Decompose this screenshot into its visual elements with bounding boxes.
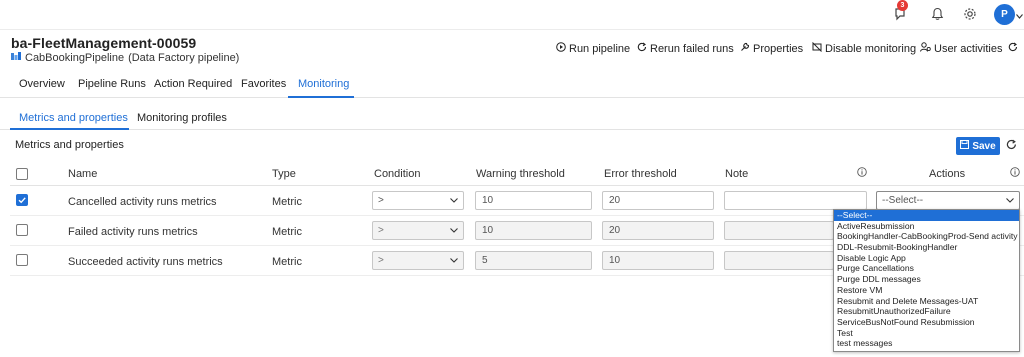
gear-icon[interactable]: [961, 5, 979, 23]
dropdown-option[interactable]: Purge Cancellations: [834, 263, 1019, 274]
user-activity-icon: [920, 42, 931, 55]
dropdown-option[interactable]: DDL-Resubmit-BookingHandler: [834, 242, 1019, 253]
subtab-metrics-and-properties[interactable]: Metrics and properties: [19, 112, 128, 124]
note-input[interactable]: [724, 221, 834, 240]
main-tabs: Overview Pipeline Runs Action Required F…: [0, 72, 1024, 98]
save-icon: [960, 140, 970, 152]
actions-select[interactable]: --Select--: [876, 191, 1020, 210]
notification-alert-icon[interactable]: 3: [891, 0, 909, 23]
column-header-error-threshold: Error threshold: [604, 168, 677, 180]
row-name: Cancelled activity runs metrics: [68, 196, 217, 208]
avatar[interactable]: P: [994, 4, 1015, 25]
dropdown-option[interactable]: BookingHandler-CabBookingProd-Send activ…: [834, 231, 1019, 242]
chevron-down-icon: [1006, 192, 1014, 209]
dropdown-option[interactable]: Disable Logic App: [834, 253, 1019, 264]
disable-monitoring-button[interactable]: Disable monitoring: [812, 42, 916, 55]
dropdown-option[interactable]: Restore VM: [834, 285, 1019, 296]
active-tab-indicator: [288, 96, 354, 98]
dropdown-option[interactable]: Resubmit and Delete Messages-UAT: [834, 296, 1019, 307]
row-checkbox[interactable]: [16, 194, 28, 206]
condition-value: >: [378, 255, 384, 266]
tab-pipeline-runs[interactable]: Pipeline Runs: [78, 78, 146, 90]
chevron-down-icon: [450, 222, 458, 239]
dropdown-option[interactable]: Purge DDL messages: [834, 274, 1019, 285]
chevron-down-icon: [450, 252, 458, 269]
note-input[interactable]: [724, 251, 834, 270]
warning-threshold-input[interactable]: 5: [475, 251, 592, 270]
sub-tabs: Metrics and properties Monitoring profil…: [0, 104, 1024, 130]
column-header-condition: Condition: [374, 168, 421, 180]
tab-action-required[interactable]: Action Required: [154, 78, 232, 90]
info-icon[interactable]: [1010, 167, 1020, 180]
bell-icon[interactable]: [928, 5, 946, 23]
actions-dropdown-list: --Select-- ActiveResubmission BookingHan…: [833, 209, 1020, 352]
condition-select[interactable]: >: [372, 251, 464, 270]
actions-value: --Select--: [882, 195, 924, 206]
dropdown-option[interactable]: ResubmitUnauthorizedFailure: [834, 306, 1019, 317]
dropdown-option[interactable]: ServiceBusNotFound Resubmission: [834, 317, 1019, 328]
chevron-down-icon: [450, 192, 458, 209]
info-icon[interactable]: [857, 167, 867, 180]
dropdown-option[interactable]: ActiveResubmission: [834, 221, 1019, 232]
wrench-icon: [740, 42, 750, 55]
properties-label: Properties: [753, 42, 804, 55]
tab-favorites[interactable]: Favorites: [241, 78, 286, 90]
dropdown-option[interactable]: --Select--: [834, 210, 1019, 221]
refresh-icon[interactable]: [1008, 42, 1018, 52]
condition-select[interactable]: >: [372, 221, 464, 240]
rerun-label: Rerun failed runs: [650, 42, 734, 55]
warning-threshold-input[interactable]: 10: [475, 191, 592, 210]
row-name: Succeeded activity runs metrics: [68, 256, 223, 268]
condition-value: >: [378, 225, 384, 236]
note-input[interactable]: [724, 191, 867, 210]
row-type: Metric: [272, 196, 302, 208]
error-threshold-input[interactable]: 20: [602, 221, 714, 240]
rerun-icon: [637, 42, 647, 55]
condition-select[interactable]: >: [372, 191, 464, 210]
column-header-note: Note: [725, 168, 749, 180]
table-header-divider: [10, 185, 1024, 186]
action-bar: Run pipeline Rerun failed runs Propertie…: [0, 42, 1024, 56]
row-type: Metric: [272, 226, 302, 238]
rerun-failed-runs-button[interactable]: Rerun failed runs: [637, 42, 734, 55]
row-name: Failed activity runs metrics: [68, 226, 198, 238]
row-checkbox[interactable]: [16, 224, 28, 236]
active-subtab-indicator: [10, 128, 129, 130]
column-header-actions: Actions: [929, 168, 966, 180]
refresh-icon[interactable]: [1006, 139, 1017, 153]
notification-count-badge: 3: [897, 0, 908, 11]
user-activities-button[interactable]: User activities: [920, 42, 1002, 55]
top-bar: 3 P: [0, 0, 1024, 30]
warning-threshold-input[interactable]: 10: [475, 221, 592, 240]
dropdown-option[interactable]: Test: [834, 328, 1019, 339]
properties-button[interactable]: Properties: [740, 42, 803, 55]
column-header-warning-threshold: Warning threshold: [476, 168, 565, 180]
chevron-down-icon[interactable]: [1016, 10, 1023, 22]
dropdown-option[interactable]: test messages: [834, 338, 1019, 349]
error-threshold-input[interactable]: 20: [602, 191, 714, 210]
column-header-type: Type: [272, 168, 296, 180]
checkmark-icon: [18, 197, 26, 204]
run-pipeline-label: Run pipeline: [569, 42, 631, 55]
disable-monitor-icon: [812, 42, 822, 55]
condition-value: >: [378, 195, 384, 206]
column-header-name: Name: [68, 168, 98, 180]
row-type: Metric: [272, 256, 302, 268]
section-title: Metrics and properties: [15, 139, 124, 151]
tab-overview[interactable]: Overview: [19, 78, 65, 90]
disable-monitoring-label: Disable monitoring: [825, 42, 917, 55]
select-all-checkbox[interactable]: [16, 168, 28, 180]
error-threshold-input[interactable]: 10: [602, 251, 714, 270]
user-activities-label: User activities: [934, 42, 1003, 55]
subtab-monitoring-profiles[interactable]: Monitoring profiles: [137, 112, 227, 124]
run-pipeline-button[interactable]: Run pipeline: [556, 42, 630, 55]
run-icon: [556, 42, 566, 55]
save-label: Save: [972, 140, 996, 152]
save-button[interactable]: Save: [956, 137, 1000, 155]
row-checkbox[interactable]: [16, 254, 28, 266]
tab-monitoring[interactable]: Monitoring: [298, 78, 349, 90]
